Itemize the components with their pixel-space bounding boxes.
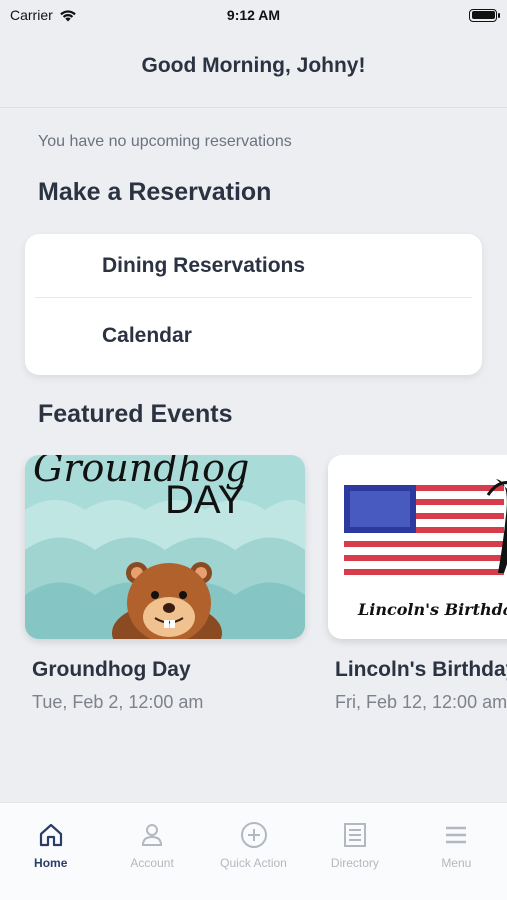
tab-label: Account: [130, 856, 174, 870]
dining-reservations-label: Dining Reservations: [102, 254, 306, 277]
greeting-title: Good Morning, Johny!: [141, 53, 366, 77]
calendar-item[interactable]: Calendar: [25, 304, 482, 368]
no-reservations-text: You have no upcoming reservations: [38, 133, 292, 150]
event-date: Tue, Feb 2, 12:00 am: [32, 692, 204, 712]
directory-icon: [343, 823, 366, 847]
account-icon: [142, 824, 163, 846]
event-name: Lincoln's Birthday: [335, 658, 507, 681]
menu-divider: [35, 297, 472, 298]
tab-label: Quick Action: [220, 856, 287, 870]
status-left: Carrier: [10, 7, 77, 23]
event-card-groundhog-day[interactable]: Groundhog DAY Groundhog Day Tue, Feb 2, …: [25, 455, 305, 713]
status-bar: Carrier 9:12 AM: [0, 0, 507, 30]
menu-icon: [446, 826, 467, 844]
featured-events-carousel[interactable]: Groundhog DAY Groundhog Day Tue, Feb 2, …: [0, 455, 507, 725]
dining-reservations-item[interactable]: Dining Reservations: [25, 234, 482, 298]
flag-illustration: Lincoln's Birthday: [328, 455, 507, 639]
tab-label: Menu: [441, 856, 472, 870]
svg-text:DAY: DAY: [165, 478, 244, 522]
tab-home[interactable]: Home: [0, 803, 101, 900]
tab-menu[interactable]: Menu: [406, 803, 507, 900]
wifi-icon: [59, 9, 76, 21]
make-reservation-title: Make a Reservation: [38, 178, 272, 206]
groundhog-illustration: Groundhog DAY: [25, 455, 305, 639]
event-date: Fri, Feb 12, 12:00 am: [335, 692, 507, 712]
tab-quick-action[interactable]: Quick Action: [203, 803, 304, 900]
calendar-label: Calendar: [102, 324, 192, 347]
home-icon: [39, 823, 62, 847]
tab-label: Home: [34, 856, 68, 870]
tab-bar: Home Account Quick Action Directory Menu: [0, 802, 507, 900]
plus-circle-icon: [240, 822, 267, 848]
lincolns-birthday-image: Lincoln's Birthday: [328, 455, 507, 639]
battery-icon: [469, 8, 500, 22]
tab-label: Directory: [330, 856, 379, 870]
tab-account[interactable]: Account: [101, 803, 202, 900]
event-card-lincolns-birthday[interactable]: Lincoln's Birthday Lincoln's Birthday Fr…: [328, 455, 507, 713]
tab-directory[interactable]: Directory: [304, 803, 405, 900]
svg-text:Lincoln's Birthday: Lincoln's Birthday: [357, 600, 507, 619]
groundhog-day-image: Groundhog DAY: [25, 455, 305, 639]
featured-events-title: Featured Events: [38, 400, 233, 428]
event-name: Groundhog Day: [32, 658, 191, 681]
carrier-label: Carrier: [10, 7, 53, 23]
header: Good Morning, Johny!: [0, 30, 507, 108]
reservation-menu-card: Dining Reservations Calendar: [25, 234, 482, 375]
